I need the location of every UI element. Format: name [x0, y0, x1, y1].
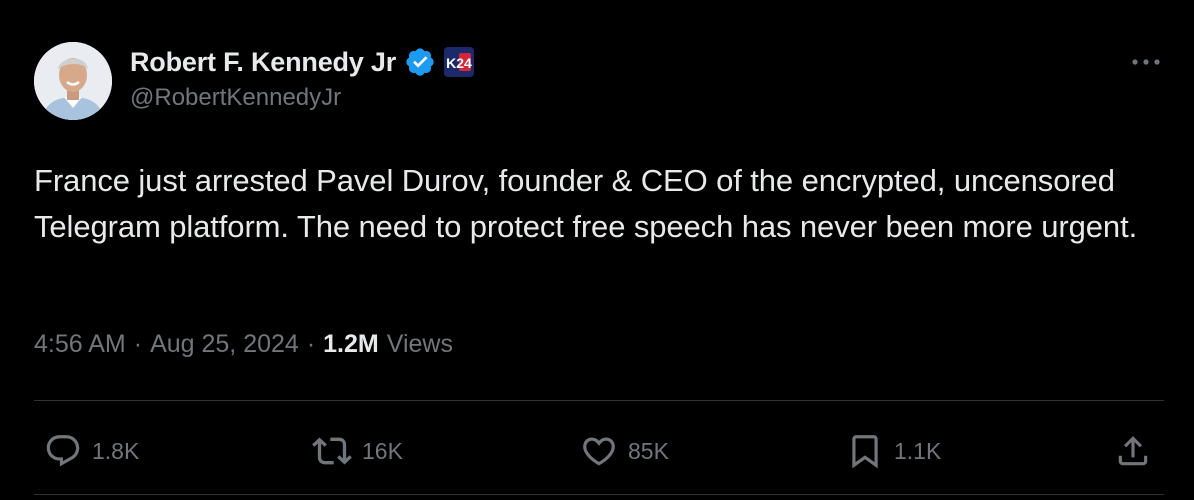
- tweet-time[interactable]: 4:56 AM: [34, 330, 126, 359]
- share-button[interactable]: [1114, 426, 1152, 476]
- meta-separator: ·: [133, 330, 143, 358]
- affiliate-badge-text: K24: [446, 55, 472, 71]
- author-handle[interactable]: @RobertKennedyJr: [130, 84, 341, 112]
- bookmark-button[interactable]: 1.1K: [846, 426, 941, 476]
- like-count: 85K: [628, 437, 669, 464]
- reply-count: 1.8K: [92, 437, 140, 464]
- author-name-row: Robert F. Kennedy Jr K24: [130, 44, 475, 80]
- bookmark-count: 1.1K: [894, 437, 942, 464]
- avatar-image: [34, 42, 112, 120]
- bookmark-icon: [852, 435, 878, 469]
- divider: [34, 494, 1164, 495]
- views-count[interactable]: 1.2M: [323, 330, 379, 359]
- meta-separator: ·: [306, 330, 316, 358]
- like-button[interactable]: 85K: [580, 426, 669, 476]
- heart-icon: [583, 437, 615, 466]
- repost-count: 16K: [362, 437, 403, 464]
- action-bar: 1.8K 16K 85K 1.1K: [0, 426, 1194, 476]
- avatar[interactable]: [34, 42, 112, 120]
- verified-badge-icon: [404, 46, 436, 78]
- reply-button[interactable]: 1.8K: [44, 426, 139, 476]
- reply-icon: [46, 435, 80, 467]
- tweet-card: Robert F. Kennedy Jr K24 @RobertKennedyJ…: [0, 0, 1194, 500]
- author-display-name[interactable]: Robert F. Kennedy Jr: [130, 47, 396, 78]
- divider: [34, 400, 1164, 401]
- more-options-icon[interactable]: [1130, 52, 1162, 72]
- views-label: Views: [386, 330, 453, 358]
- affiliate-badge[interactable]: K24: [444, 47, 475, 77]
- tweet-text: France just arrested Pavel Durov, founde…: [34, 163, 1138, 244]
- tweet-meta: 4:56 AM · Aug 25, 2024 · 1.2M Views: [34, 330, 453, 359]
- repost-button[interactable]: 16K: [312, 426, 403, 476]
- tweet-date[interactable]: Aug 25, 2024: [150, 330, 299, 359]
- share-icon: [1118, 436, 1148, 466]
- repost-icon: [312, 437, 352, 465]
